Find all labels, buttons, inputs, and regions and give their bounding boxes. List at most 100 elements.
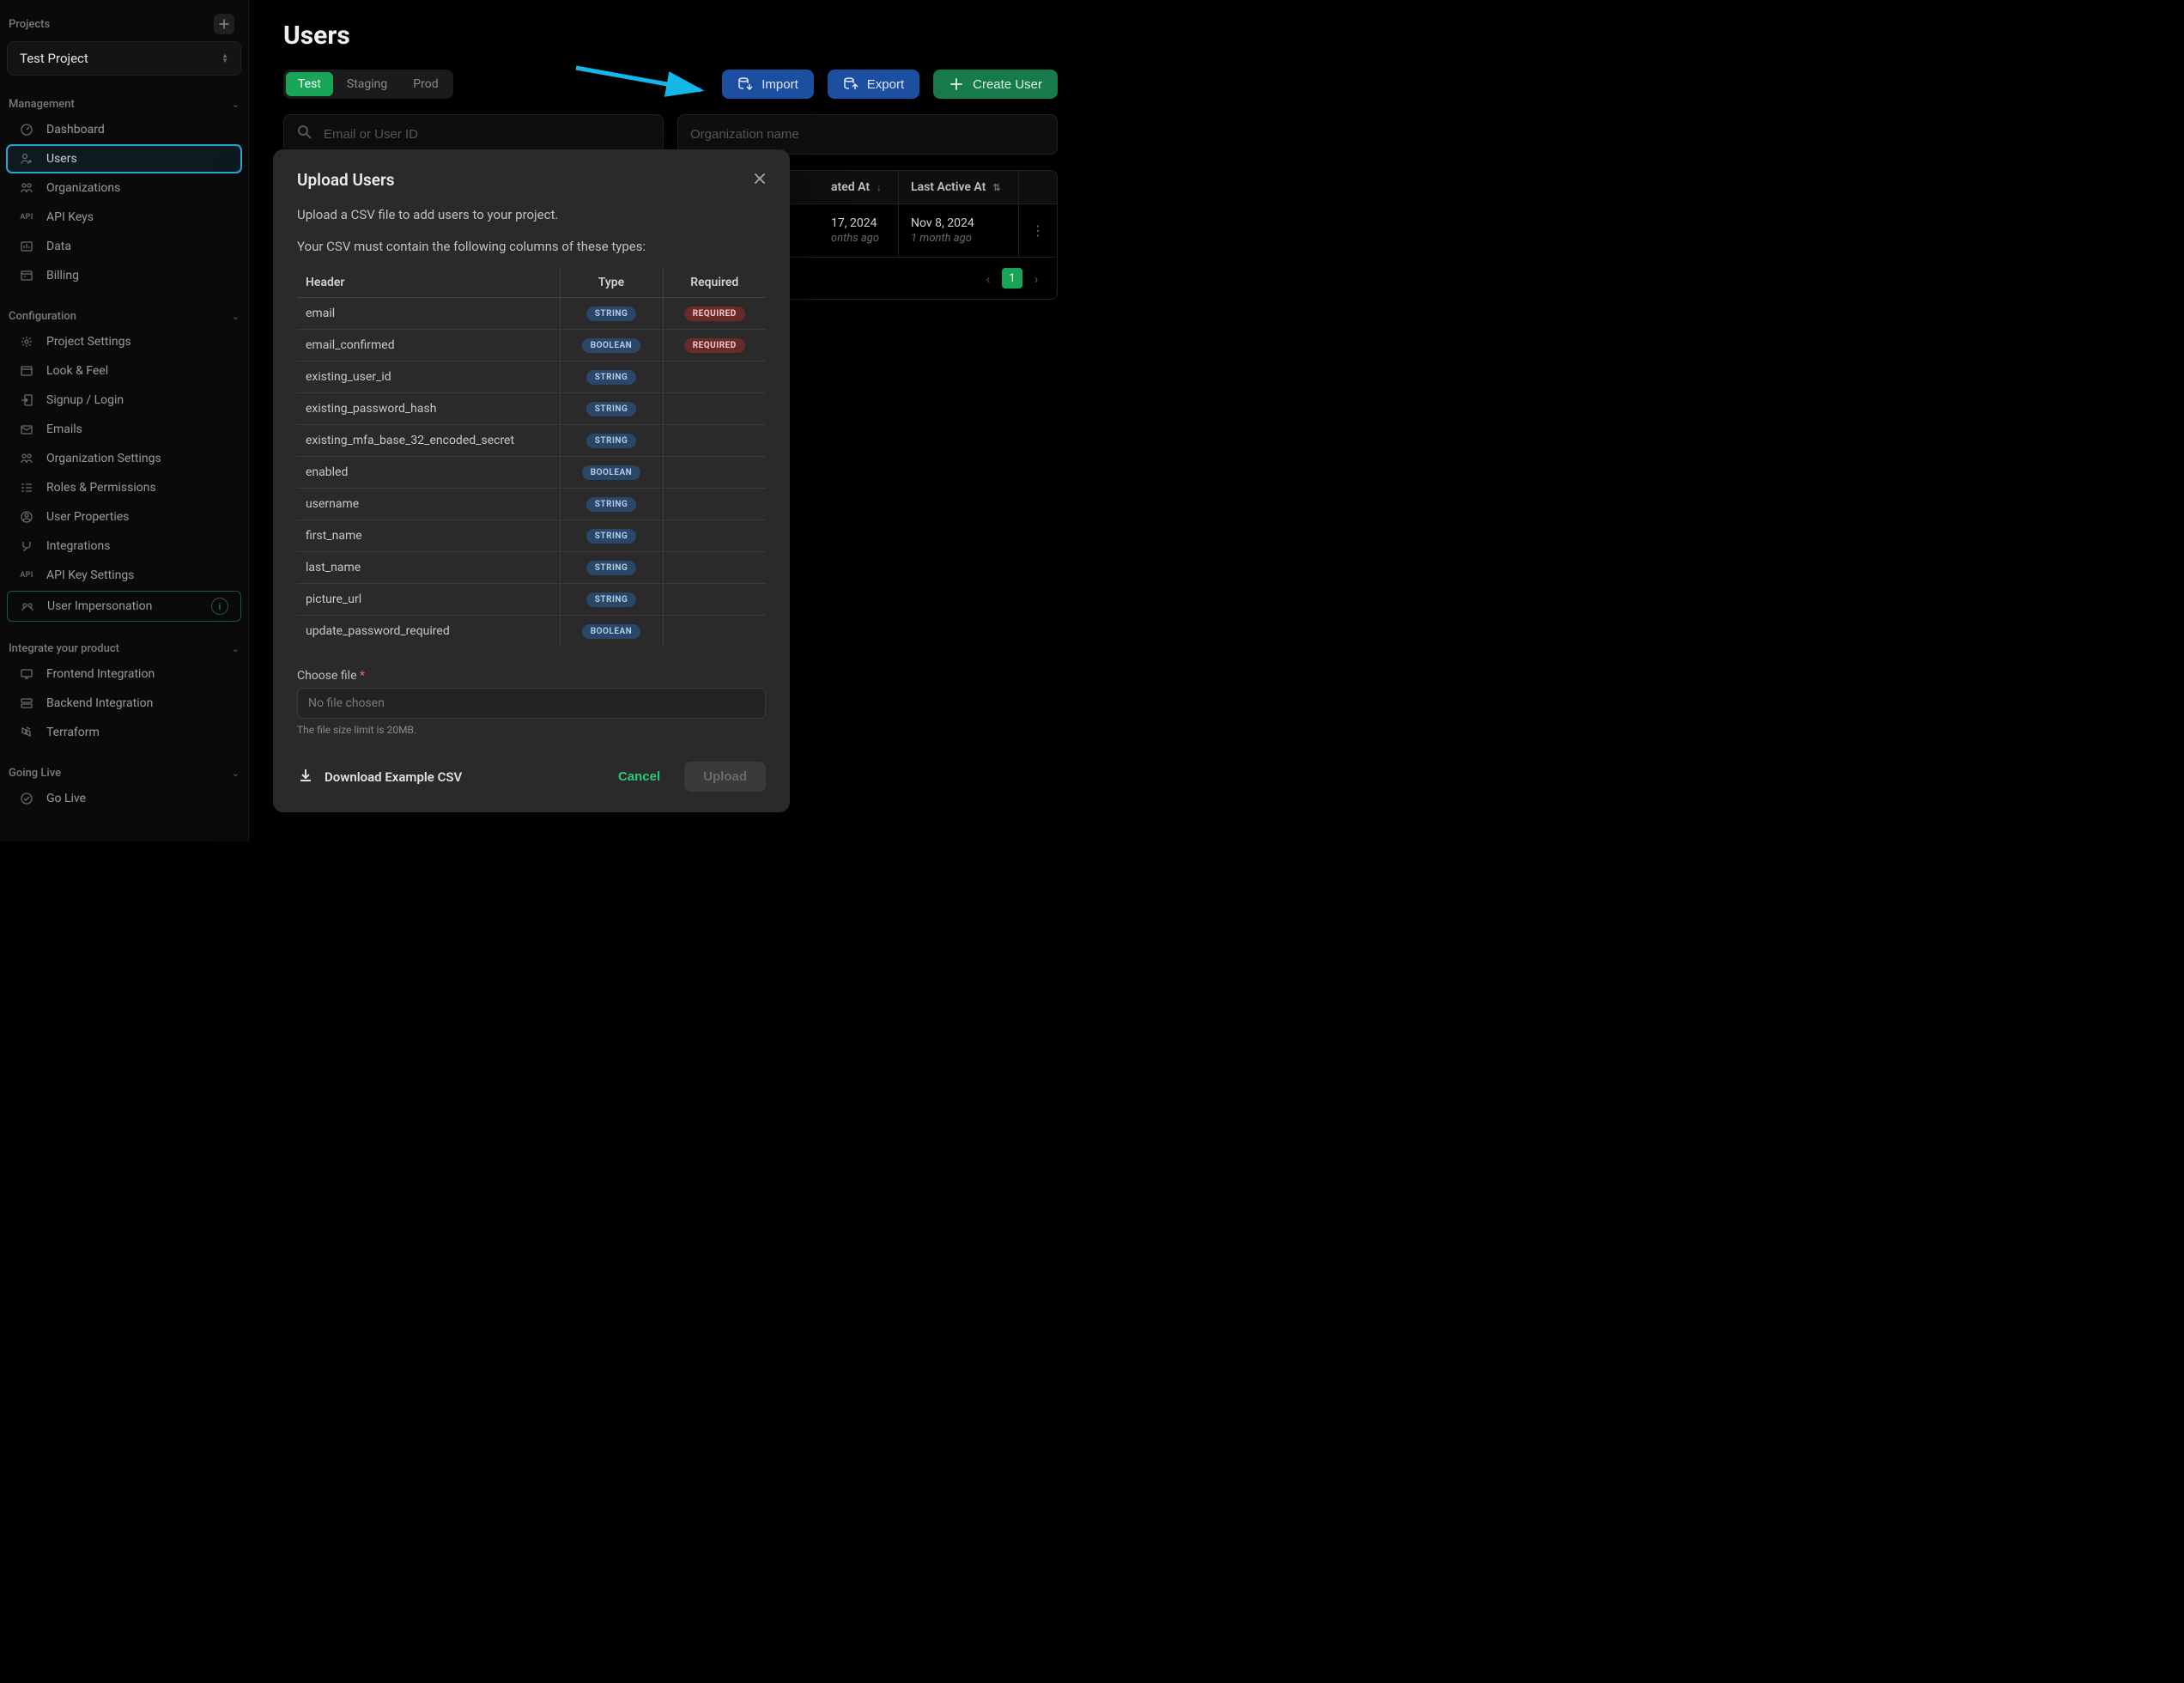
modal-description-2: Your CSV must contain the following colu…: [297, 237, 766, 257]
terraform-icon: [19, 725, 34, 740]
sidebar-item-signup-login[interactable]: Signup / Login: [7, 386, 241, 414]
cell-rel: onths ago: [831, 232, 886, 245]
file-placeholder: No file chosen: [308, 696, 385, 710]
csv-header-cell: existing_user_id: [297, 362, 560, 393]
section-golive-header[interactable]: Going Live ⌄: [7, 762, 241, 785]
csv-row: existing_user_idSTRING: [297, 362, 766, 393]
sidebar-item-organizations[interactable]: Organizations: [7, 174, 241, 202]
sidebar-item-users[interactable]: Users: [7, 145, 241, 173]
section-configuration-header[interactable]: Configuration ⌄: [7, 305, 241, 328]
csv-row: last_nameSTRING: [297, 552, 766, 584]
download-label: Download Example CSV: [325, 769, 462, 785]
chevron-down-icon: ⌄: [232, 311, 240, 322]
page-title: Users: [283, 21, 1058, 51]
col-last-active[interactable]: Last Active At ⇅: [899, 171, 1019, 204]
roles-icon: [19, 480, 34, 495]
monitor-icon: [19, 666, 34, 682]
modal-close-button[interactable]: [754, 172, 766, 188]
csv-header-cell: email: [297, 298, 560, 330]
sidebar-item-billing[interactable]: Billing: [7, 262, 241, 289]
cell-lastactive: Nov 8, 2024 1 month ago: [899, 204, 1019, 257]
nav-label: Organization Settings: [46, 452, 161, 465]
row-actions-menu[interactable]: ⋮: [1019, 204, 1057, 257]
csv-header-cell: existing_mfa_base_32_encoded_secret: [297, 425, 560, 457]
import-icon: [737, 76, 753, 92]
management-nav-list: Dashboard Users Organizations API API Ke…: [7, 116, 241, 289]
env-tab-staging[interactable]: Staging: [335, 72, 399, 96]
user-icon: [19, 151, 34, 167]
required-star: *: [360, 669, 365, 683]
sidebar-item-user-properties[interactable]: User Properties: [7, 503, 241, 531]
sidebar-item-terraform[interactable]: Terraform: [7, 719, 241, 746]
csv-header-cell: existing_password_hash: [297, 393, 560, 425]
file-input[interactable]: No file chosen: [297, 688, 766, 719]
nav-label: Project Settings: [46, 335, 131, 349]
sidebar-item-dashboard[interactable]: Dashboard: [7, 116, 241, 143]
upload-users-modal: Upload Users Upload a CSV file to add us…: [273, 149, 790, 812]
csv-type-cell: STRING: [560, 393, 663, 425]
org-search-box[interactable]: [677, 114, 1058, 155]
email-search-box[interactable]: [283, 114, 664, 155]
sidebar-item-api-key-settings[interactable]: API API Key Settings: [7, 562, 241, 589]
download-example-link[interactable]: Download Example CSV: [297, 767, 462, 787]
csv-header-cell: picture_url: [297, 584, 560, 616]
nav-label: Go Live: [46, 792, 86, 805]
add-project-button[interactable]: [214, 14, 234, 34]
nav-label: Look & Feel: [46, 364, 108, 378]
chevron-down-icon: ⌄: [232, 768, 240, 779]
sidebar-item-user-impersonation[interactable]: User Impersonation i: [7, 591, 241, 622]
org-search-input[interactable]: [690, 127, 1045, 142]
sidebar-item-integrations[interactable]: Integrations: [7, 532, 241, 560]
palette-icon: [19, 363, 34, 379]
cancel-button[interactable]: Cancel: [603, 762, 676, 792]
type-badge: STRING: [586, 307, 637, 321]
choose-file-label: Choose file *: [297, 669, 766, 683]
nav-label: Integrations: [46, 539, 110, 553]
required-badge: REQUIRED: [684, 307, 745, 321]
env-tab-prod[interactable]: Prod: [401, 72, 450, 96]
nav-label: Users: [46, 152, 77, 166]
page-number[interactable]: 1: [1002, 268, 1022, 289]
sidebar-item-api-keys[interactable]: API API Keys: [7, 204, 241, 231]
csv-header-cell: username: [297, 489, 560, 520]
page-next[interactable]: ›: [1026, 268, 1046, 289]
integrations-icon: [19, 538, 34, 554]
nav-label: Organizations: [46, 181, 120, 195]
sidebar-item-project-settings[interactable]: Project Settings: [7, 328, 241, 355]
api-icon: API: [19, 210, 34, 225]
export-button[interactable]: Export: [828, 70, 919, 99]
import-button[interactable]: Import: [722, 70, 814, 99]
csv-required-cell: [663, 520, 766, 552]
sidebar-item-roles[interactable]: Roles & Permissions: [7, 474, 241, 501]
info-icon: i: [211, 598, 228, 615]
sidebar-item-golive[interactable]: Go Live: [7, 785, 241, 812]
section-management-header[interactable]: Management ⌄: [7, 93, 241, 116]
current-project-name: Test Project: [20, 51, 88, 66]
page-prev[interactable]: ‹: [978, 268, 998, 289]
golive-nav-list: Go Live: [7, 785, 241, 812]
sidebar-item-org-settings[interactable]: Organization Settings: [7, 445, 241, 472]
project-selector[interactable]: Test Project ▲▼: [7, 41, 241, 76]
email-search-input[interactable]: [324, 127, 651, 142]
sidebar-item-frontend[interactable]: Frontend Integration: [7, 660, 241, 688]
sidebar-item-emails[interactable]: Emails: [7, 416, 241, 443]
nav-label: Billing: [46, 269, 79, 283]
type-badge: STRING: [586, 561, 637, 575]
env-tab-test[interactable]: Test: [286, 72, 333, 96]
create-user-button[interactable]: Create User: [933, 70, 1058, 99]
col-label: ated At: [831, 180, 870, 194]
sidebar-item-look-feel[interactable]: Look & Feel: [7, 357, 241, 385]
sort-icon: ⇅: [992, 182, 1000, 193]
chevron-down-icon: ⌄: [232, 643, 240, 654]
col-created-at[interactable]: ated At ↓: [819, 171, 899, 204]
sidebar-item-data[interactable]: Data: [7, 233, 241, 260]
upload-button[interactable]: Upload: [684, 762, 766, 792]
server-icon: [19, 696, 34, 711]
sidebar-item-backend[interactable]: Backend Integration: [7, 690, 241, 717]
section-integrate-header[interactable]: Integrate your product ⌄: [7, 637, 241, 660]
section-label: Integrate your product: [9, 642, 119, 655]
section-label: Management: [9, 98, 75, 111]
csv-header-cell: enabled: [297, 457, 560, 489]
csv-type-cell: STRING: [560, 362, 663, 393]
search-icon: [296, 124, 313, 145]
